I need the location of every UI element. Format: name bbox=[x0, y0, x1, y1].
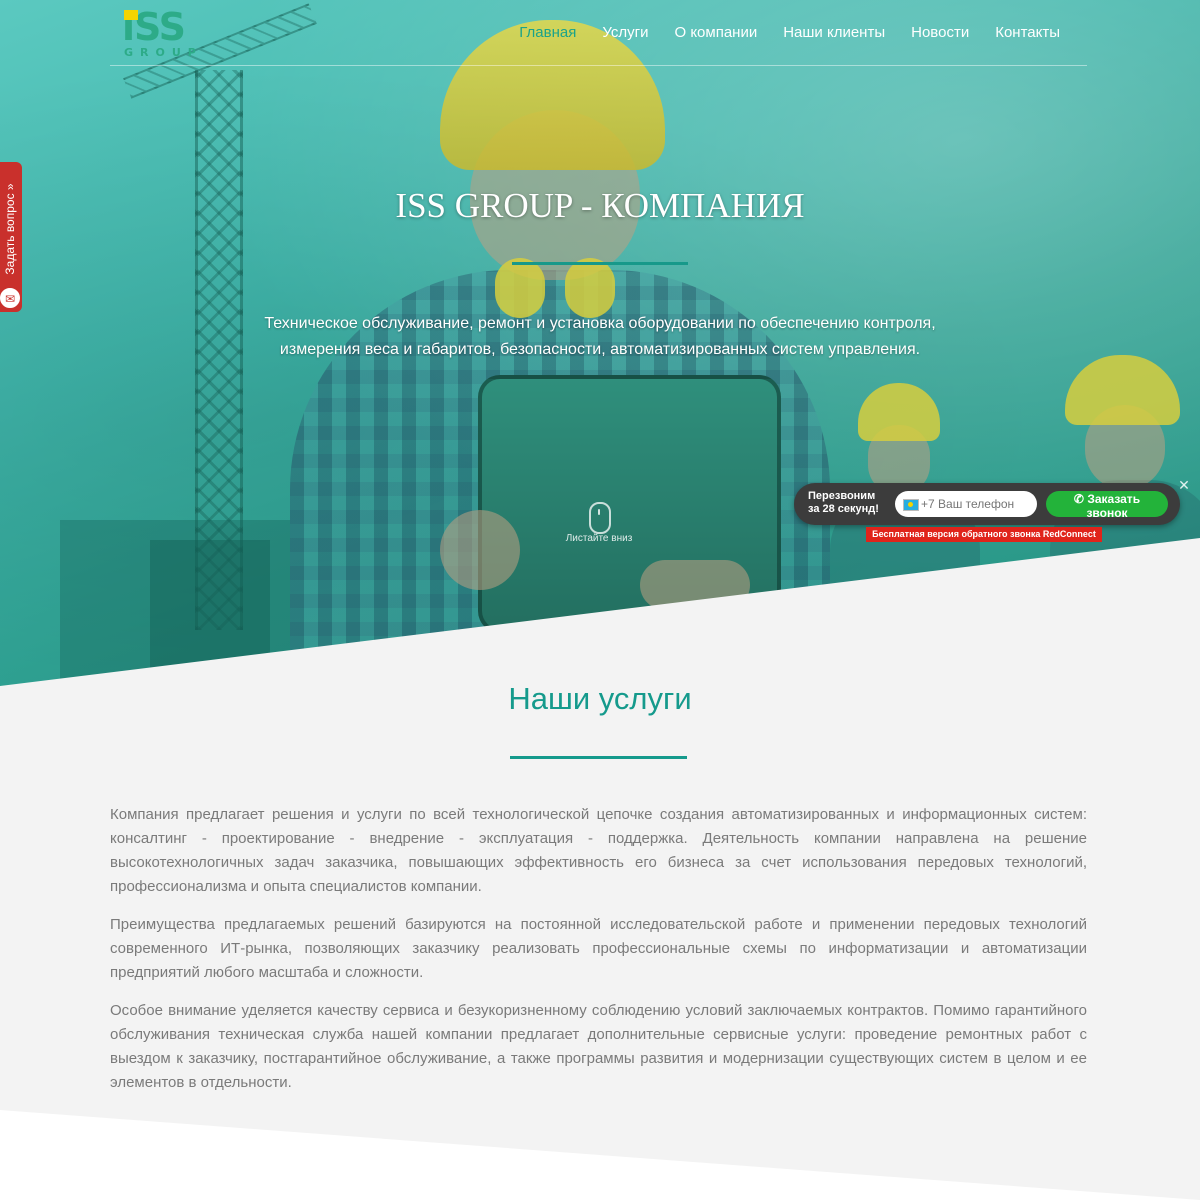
hero-subtitle-line-1: Техническое обслуживание, ремонт и устан… bbox=[264, 315, 936, 332]
nav-item-news[interactable]: Новости bbox=[898, 24, 982, 41]
services-title-underline bbox=[510, 756, 687, 759]
phone-icon: ✆ bbox=[1073, 492, 1084, 506]
nav-item-clients[interactable]: Наши клиенты bbox=[770, 24, 898, 41]
main-nav: Главная Услуги О компании Наши клиенты Н… bbox=[506, 24, 1073, 41]
hand-right bbox=[640, 560, 750, 610]
scroll-down-label[interactable]: Листайте вниз bbox=[540, 533, 658, 544]
callback-widget: Перезвоним за 28 секунд! ✆ Заказать звон… bbox=[794, 483, 1180, 525]
order-call-button[interactable]: ✆ Заказать звонок bbox=[1046, 491, 1168, 520]
nav-item-home[interactable]: Главная bbox=[506, 24, 589, 41]
hero-title: ISS GROUP - КОМПАНИЯ bbox=[395, 186, 805, 225]
close-icon[interactable]: ✕ bbox=[1176, 478, 1192, 494]
logo-subtitle: GROUP bbox=[124, 46, 203, 59]
earmuff-left bbox=[495, 258, 545, 318]
scroll-mouse-icon[interactable] bbox=[589, 502, 611, 534]
logo[interactable]: iSS GROUP bbox=[122, 8, 203, 59]
kazakhstan-flag-icon[interactable] bbox=[903, 499, 919, 511]
services-title: Наши услуги bbox=[508, 681, 692, 716]
hand-left bbox=[440, 510, 520, 590]
callback-label: Перезвоним за 28 секунд! bbox=[808, 490, 879, 516]
redconnect-promo-link[interactable]: Бесплатная версия обратного звонка RedCo… bbox=[866, 527, 1102, 542]
hero-subtitle-line-2: измерения веса и габаритов, безопасности… bbox=[279, 341, 921, 358]
nav-item-about[interactable]: О компании bbox=[661, 24, 770, 41]
hero-subtitle: Техническое обслуживание, ремонт и устан… bbox=[200, 311, 1000, 363]
ask-question-label: Задать вопрос » bbox=[3, 183, 17, 275]
nav-item-contacts[interactable]: Контакты bbox=[982, 24, 1073, 41]
callback-label-line-1: Перезвоним bbox=[808, 490, 876, 502]
services-description: Компания предлагает решения и услуги по … bbox=[110, 803, 1087, 1109]
header-divider bbox=[110, 65, 1087, 66]
footer-divider bbox=[0, 1110, 1200, 1200]
services-paragraph-1: Компания предлагает решения и услуги по … bbox=[110, 806, 1087, 895]
ask-question-tab[interactable]: Задать вопрос » ✉ bbox=[0, 162, 22, 312]
order-call-label: Заказать звонок bbox=[1086, 492, 1141, 520]
services-paragraph-2: Преимущества предлагаемых решений базиру… bbox=[110, 916, 1087, 981]
logo-dot bbox=[124, 10, 138, 20]
envelope-icon: ✉ bbox=[0, 286, 22, 310]
earmuff-right bbox=[565, 258, 615, 318]
nav-item-services[interactable]: Услуги bbox=[589, 24, 661, 41]
services-paragraph-3: Особое внимание уделяется качеству серви… bbox=[110, 1002, 1087, 1091]
hero-title-underline bbox=[512, 262, 688, 265]
callback-label-line-2: за 28 секунд! bbox=[808, 503, 879, 515]
building-2 bbox=[150, 540, 270, 700]
